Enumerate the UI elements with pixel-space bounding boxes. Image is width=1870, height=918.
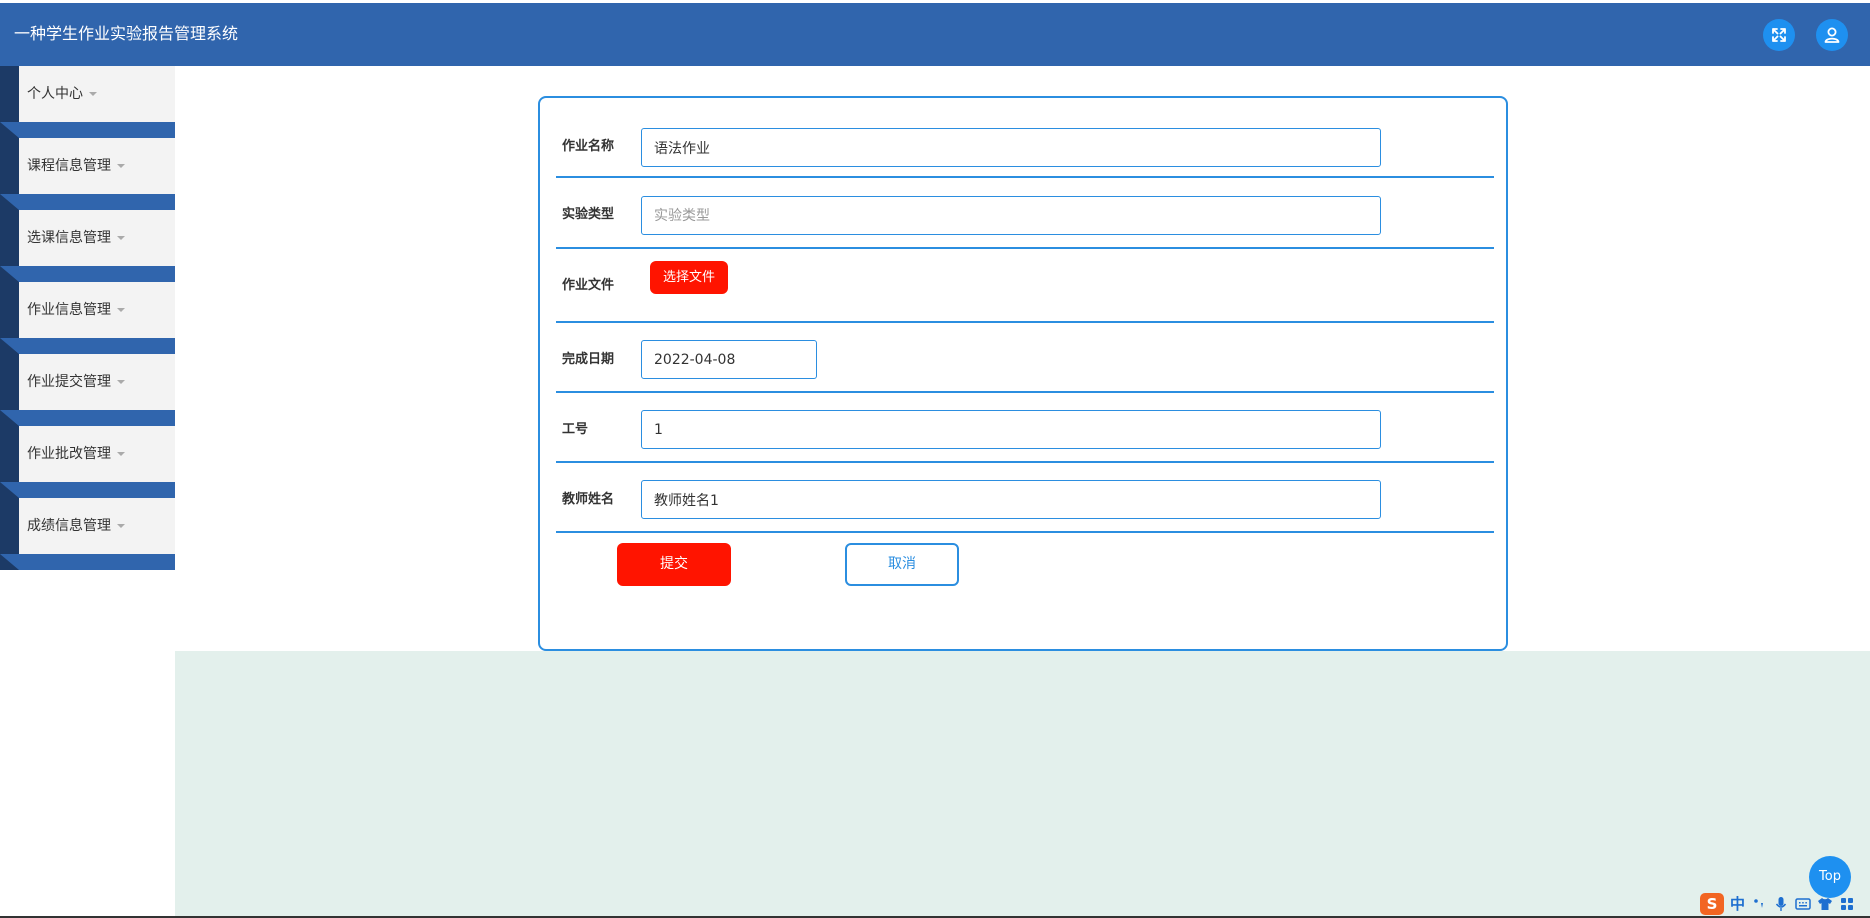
ime-toolbar: S 中	[1698, 891, 1870, 916]
sidebar-item-homework-grading[interactable]: 作业批改管理	[0, 426, 175, 498]
sidebar-item-personal-center[interactable]: 个人中心	[0, 66, 175, 138]
sidebar-item-label: 选课信息管理	[27, 230, 111, 246]
caret-down-icon	[89, 92, 97, 96]
sidebar-item-homework-info[interactable]: 作业信息管理	[0, 282, 175, 354]
caret-down-icon	[117, 380, 125, 384]
choose-file-button[interactable]: 选择文件	[650, 261, 728, 294]
form-row-homework-file: 作业文件 选择文件	[556, 249, 1494, 323]
sidebar-item-label: 作业信息管理	[27, 302, 111, 318]
work-number-input[interactable]	[641, 410, 1381, 449]
sidebar-item-label: 课程信息管理	[27, 158, 111, 174]
sidebar-item-homework-submit[interactable]: 作业提交管理	[0, 354, 175, 426]
sidebar-item-label: 作业提交管理	[27, 374, 111, 390]
form-row-work-number: 工号	[556, 393, 1494, 463]
caret-down-icon	[117, 164, 125, 168]
teacher-name-label: 教师姓名	[562, 492, 615, 507]
fullscreen-button[interactable]	[1763, 19, 1795, 51]
sidebar-item-label: 成绩信息管理	[27, 518, 111, 534]
teacher-name-input[interactable]	[641, 480, 1381, 519]
submit-button[interactable]: 提交	[617, 543, 731, 586]
due-date-label: 完成日期	[562, 352, 615, 367]
user-icon	[1824, 27, 1840, 43]
homework-edit-form: 作业名称 实验类型 作业文件 选择文件 完成日期 工号 教师姓名 提交 取消	[538, 96, 1508, 651]
cancel-button[interactable]: 取消	[845, 543, 959, 586]
experiment-type-input[interactable]	[641, 196, 1381, 235]
ime-language-toggle[interactable]: 中	[1730, 893, 1745, 914]
homework-name-input[interactable]	[641, 128, 1381, 167]
form-row-teacher-name: 教师姓名	[556, 463, 1494, 533]
form-row-homework-name: 作业名称	[556, 98, 1494, 178]
content-footer-area	[175, 651, 1870, 918]
sidebar-menu: 个人中心 课程信息管理 选课信息管理 作业信息管理 作业提交管理 作业批改管理 …	[0, 66, 175, 571]
form-row-experiment-type: 实验类型	[556, 178, 1494, 249]
toolbox-grid-icon[interactable]	[1839, 896, 1855, 912]
caret-down-icon	[117, 308, 125, 312]
homework-file-label: 作业文件	[562, 278, 615, 293]
sidebar-item-score-info[interactable]: 成绩信息管理	[0, 498, 175, 570]
sogou-logo-icon[interactable]: S	[1700, 892, 1724, 915]
sidebar-item-label: 个人中心	[27, 86, 83, 102]
work-number-label: 工号	[562, 422, 589, 437]
caret-down-icon	[117, 236, 125, 240]
punctuation-icon[interactable]	[1751, 896, 1767, 912]
form-row-due-date: 完成日期	[556, 323, 1494, 393]
caret-down-icon	[117, 452, 125, 456]
caret-down-icon	[117, 524, 125, 528]
user-profile-button[interactable]	[1816, 19, 1848, 51]
sidebar-item-course-selection[interactable]: 选课信息管理	[0, 210, 175, 282]
top-header-bar: 一种学生作业实验报告管理系统	[0, 3, 1870, 66]
app-title: 一种学生作业实验报告管理系统	[14, 24, 239, 43]
experiment-type-label: 实验类型	[562, 207, 615, 222]
sidebar-item-course-info[interactable]: 课程信息管理	[0, 138, 175, 210]
microphone-icon[interactable]	[1773, 896, 1789, 912]
due-date-input[interactable]	[641, 340, 817, 379]
skin-shirt-icon[interactable]	[1817, 896, 1833, 912]
fullscreen-icon	[1772, 28, 1786, 42]
homework-name-label: 作业名称	[562, 139, 615, 154]
sidebar-item-label: 作业批改管理	[27, 446, 111, 462]
keyboard-icon[interactable]	[1795, 896, 1811, 912]
